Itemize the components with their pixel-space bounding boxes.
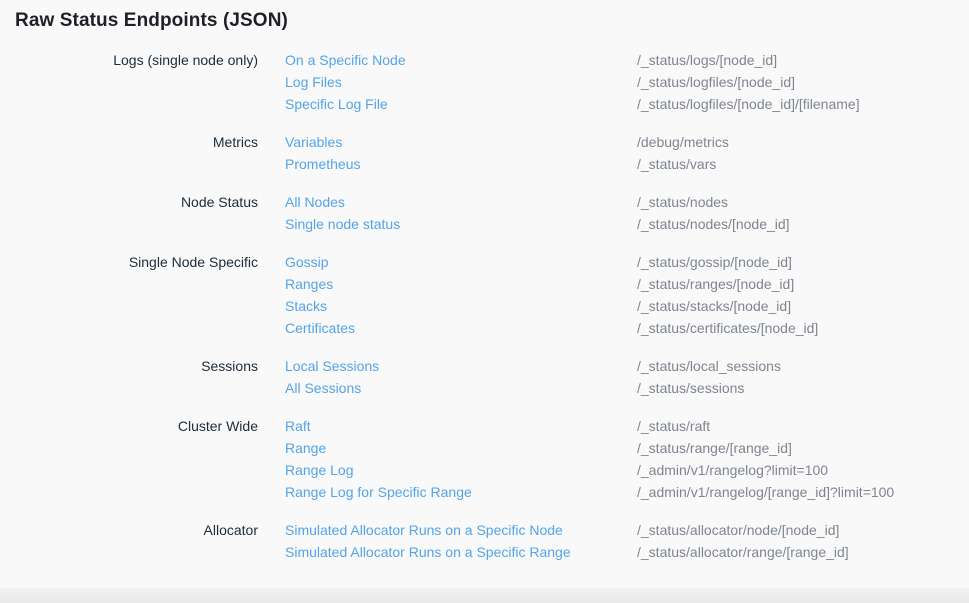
endpoint-link[interactable]: Prometheus xyxy=(285,153,637,175)
endpoint-path: /_status/certificates/[node_id] xyxy=(637,317,818,339)
endpoint-path: /_status/logfiles/[node_id] xyxy=(637,71,795,93)
endpoint-row: Prometheus/_status/vars xyxy=(285,153,729,175)
endpoint-link[interactable]: Stacks xyxy=(285,295,637,317)
endpoint-group: Cluster Wide Raft/_status/raftRange/_stat… xyxy=(15,415,969,503)
endpoint-row: Stacks/_status/stacks/[node_id] xyxy=(285,295,818,317)
endpoint-row: Log Files/_status/logfiles/[node_id] xyxy=(285,71,860,93)
endpoint-link[interactable]: Range xyxy=(285,437,637,459)
endpoint-row: Raft/_status/raft xyxy=(285,415,894,437)
endpoint-list: Simulated Allocator Runs on a Specific N… xyxy=(285,519,849,563)
endpoint-path: /_status/nodes/[node_id] xyxy=(637,213,790,235)
category-label: Logs (single node only) xyxy=(15,49,258,71)
endpoint-link[interactable]: Specific Log File xyxy=(285,93,637,115)
endpoint-row: All Nodes/_status/nodes xyxy=(285,191,790,213)
endpoint-link[interactable]: Range Log for Specific Range xyxy=(285,481,637,503)
endpoint-list: Gossip/_status/gossip/[node_id]Ranges/_s… xyxy=(285,251,818,339)
endpoint-link[interactable]: Single node status xyxy=(285,213,637,235)
endpoints-page: Raw Status Endpoints (JSON) Logs (single… xyxy=(0,0,969,603)
endpoint-link[interactable]: Certificates xyxy=(285,317,637,339)
endpoint-row: Ranges/_status/ranges/[node_id] xyxy=(285,273,818,295)
endpoint-path: /_admin/v1/rangelog/[range_id]?limit=100 xyxy=(637,481,894,503)
category-label: Node Status xyxy=(15,191,258,213)
category-label: Allocator xyxy=(15,519,258,541)
endpoint-group: Metrics Variables/debug/metricsPrometheus… xyxy=(15,131,969,175)
category-label: Metrics xyxy=(15,131,258,153)
endpoint-path: /debug/metrics xyxy=(637,131,729,153)
category-label: Single Node Specific xyxy=(15,251,258,273)
endpoint-group: Logs (single node only) On a Specific Nod… xyxy=(15,49,969,115)
endpoint-row: Simulated Allocator Runs on a Specific N… xyxy=(285,519,849,541)
category-label: Sessions xyxy=(15,355,258,377)
endpoint-link[interactable]: All Nodes xyxy=(285,191,637,213)
endpoint-row: Range/_status/range/[range_id] xyxy=(285,437,894,459)
endpoint-path: /_status/allocator/range/[range_id] xyxy=(637,541,849,563)
endpoint-groups: Logs (single node only) On a Specific Nod… xyxy=(15,49,969,563)
endpoint-path: /_status/range/[range_id] xyxy=(637,437,792,459)
endpoint-link[interactable]: Raft xyxy=(285,415,637,437)
endpoint-row: On a Specific Node/_status/logs/[node_id… xyxy=(285,49,860,71)
endpoint-list: Raft/_status/raftRange/_status/range/[ra… xyxy=(285,415,894,503)
category-label: Cluster Wide xyxy=(15,415,258,437)
endpoint-link[interactable]: Simulated Allocator Runs on a Specific R… xyxy=(285,541,637,563)
endpoint-link[interactable]: Variables xyxy=(285,131,637,153)
endpoint-link[interactable]: On a Specific Node xyxy=(285,49,637,71)
endpoint-row: Specific Log File/_status/logfiles/[node… xyxy=(285,93,860,115)
endpoint-path: /_status/nodes xyxy=(637,191,728,213)
endpoint-link[interactable]: Range Log xyxy=(285,459,637,481)
endpoint-group: Single Node Specific Gossip/_status/gossi… xyxy=(15,251,969,339)
endpoint-row: Range Log/_admin/v1/rangelog?limit=100 xyxy=(285,459,894,481)
endpoint-path: /_status/allocator/node/[node_id] xyxy=(637,519,839,541)
endpoint-link[interactable]: Gossip xyxy=(285,251,637,273)
endpoint-path: /_status/logfiles/[node_id]/[filename] xyxy=(637,93,860,115)
endpoint-path: /_status/ranges/[node_id] xyxy=(637,273,794,295)
endpoint-path: /_status/logs/[node_id] xyxy=(637,49,777,71)
endpoint-group: Node Status All Nodes/_status/nodesSingle… xyxy=(15,191,969,235)
endpoint-row: Single node status/_status/nodes/[node_i… xyxy=(285,213,790,235)
endpoint-row: Local Sessions/_status/local_sessions xyxy=(285,355,781,377)
endpoint-link[interactable]: Local Sessions xyxy=(285,355,637,377)
endpoint-path: /_status/stacks/[node_id] xyxy=(637,295,791,317)
endpoint-path: /_status/sessions xyxy=(637,377,744,399)
endpoint-path: /_status/local_sessions xyxy=(637,355,781,377)
endpoint-link[interactable]: Simulated Allocator Runs on a Specific N… xyxy=(285,519,637,541)
endpoint-group: Allocator Simulated Allocator Runs on a S… xyxy=(15,519,969,563)
endpoint-row: All Sessions/_status/sessions xyxy=(285,377,781,399)
endpoint-link[interactable]: All Sessions xyxy=(285,377,637,399)
endpoint-list: All Nodes/_status/nodesSingle node statu… xyxy=(285,191,790,235)
endpoint-path: /_status/vars xyxy=(637,153,716,175)
endpoint-row: Certificates/_status/certificates/[node_… xyxy=(285,317,818,339)
endpoint-list: Variables/debug/metricsPrometheus/_statu… xyxy=(285,131,729,175)
endpoint-list: On a Specific Node/_status/logs/[node_id… xyxy=(285,49,860,115)
endpoint-list: Local Sessions/_status/local_sessionsAll… xyxy=(285,355,781,399)
endpoint-row: Gossip/_status/gossip/[node_id] xyxy=(285,251,818,273)
endpoint-link[interactable]: Ranges xyxy=(285,273,637,295)
endpoint-path: /_status/raft xyxy=(637,415,710,437)
footer-strip xyxy=(0,588,969,603)
endpoint-group: Sessions Local Sessions/_status/local_ses… xyxy=(15,355,969,399)
endpoint-link[interactable]: Log Files xyxy=(285,71,637,93)
endpoint-row: Variables/debug/metrics xyxy=(285,131,729,153)
endpoint-row: Simulated Allocator Runs on a Specific R… xyxy=(285,541,849,563)
endpoint-path: /_status/gossip/[node_id] xyxy=(637,251,792,273)
page-title: Raw Status Endpoints (JSON) xyxy=(15,10,969,32)
endpoint-row: Range Log for Specific Range/_admin/v1/r… xyxy=(285,481,894,503)
endpoint-path: /_admin/v1/rangelog?limit=100 xyxy=(637,459,828,481)
